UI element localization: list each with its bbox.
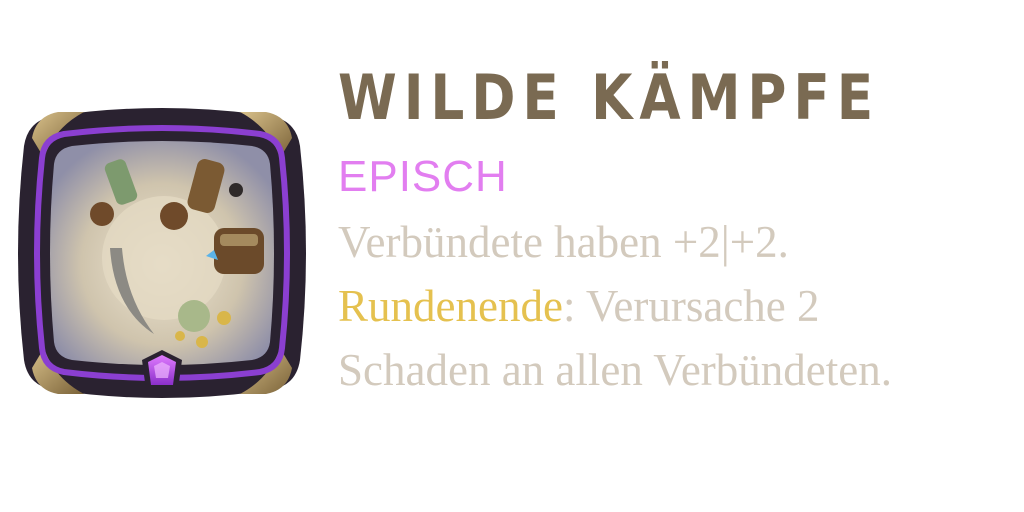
card-description: Verbündete haben +2|+2. Rundenende: Veru… (338, 210, 1018, 402)
keyword-round-end: Rundenende (338, 281, 563, 331)
description-line-2-rest: : Verursache 2 (562, 281, 820, 331)
augment-card: WILDE KÄMPFE EPISCH Verbündete haben +2|… (0, 0, 1024, 512)
brawl-artwork-icon (18, 108, 306, 398)
card-title: WILDE KÄMPFE (338, 61, 881, 134)
augment-icon-frame (14, 98, 310, 408)
description-line-2: Rundenende: Verursache 2 (338, 274, 1018, 338)
description-line-3: Schaden an allen Verbündeten. (338, 345, 892, 395)
rarity-label: EPISCH (338, 152, 508, 201)
card-text: WILDE KÄMPFE EPISCH Verbündete haben +2|… (338, 52, 1018, 402)
description-line-1: Verbündete haben +2|+2. (338, 217, 789, 267)
